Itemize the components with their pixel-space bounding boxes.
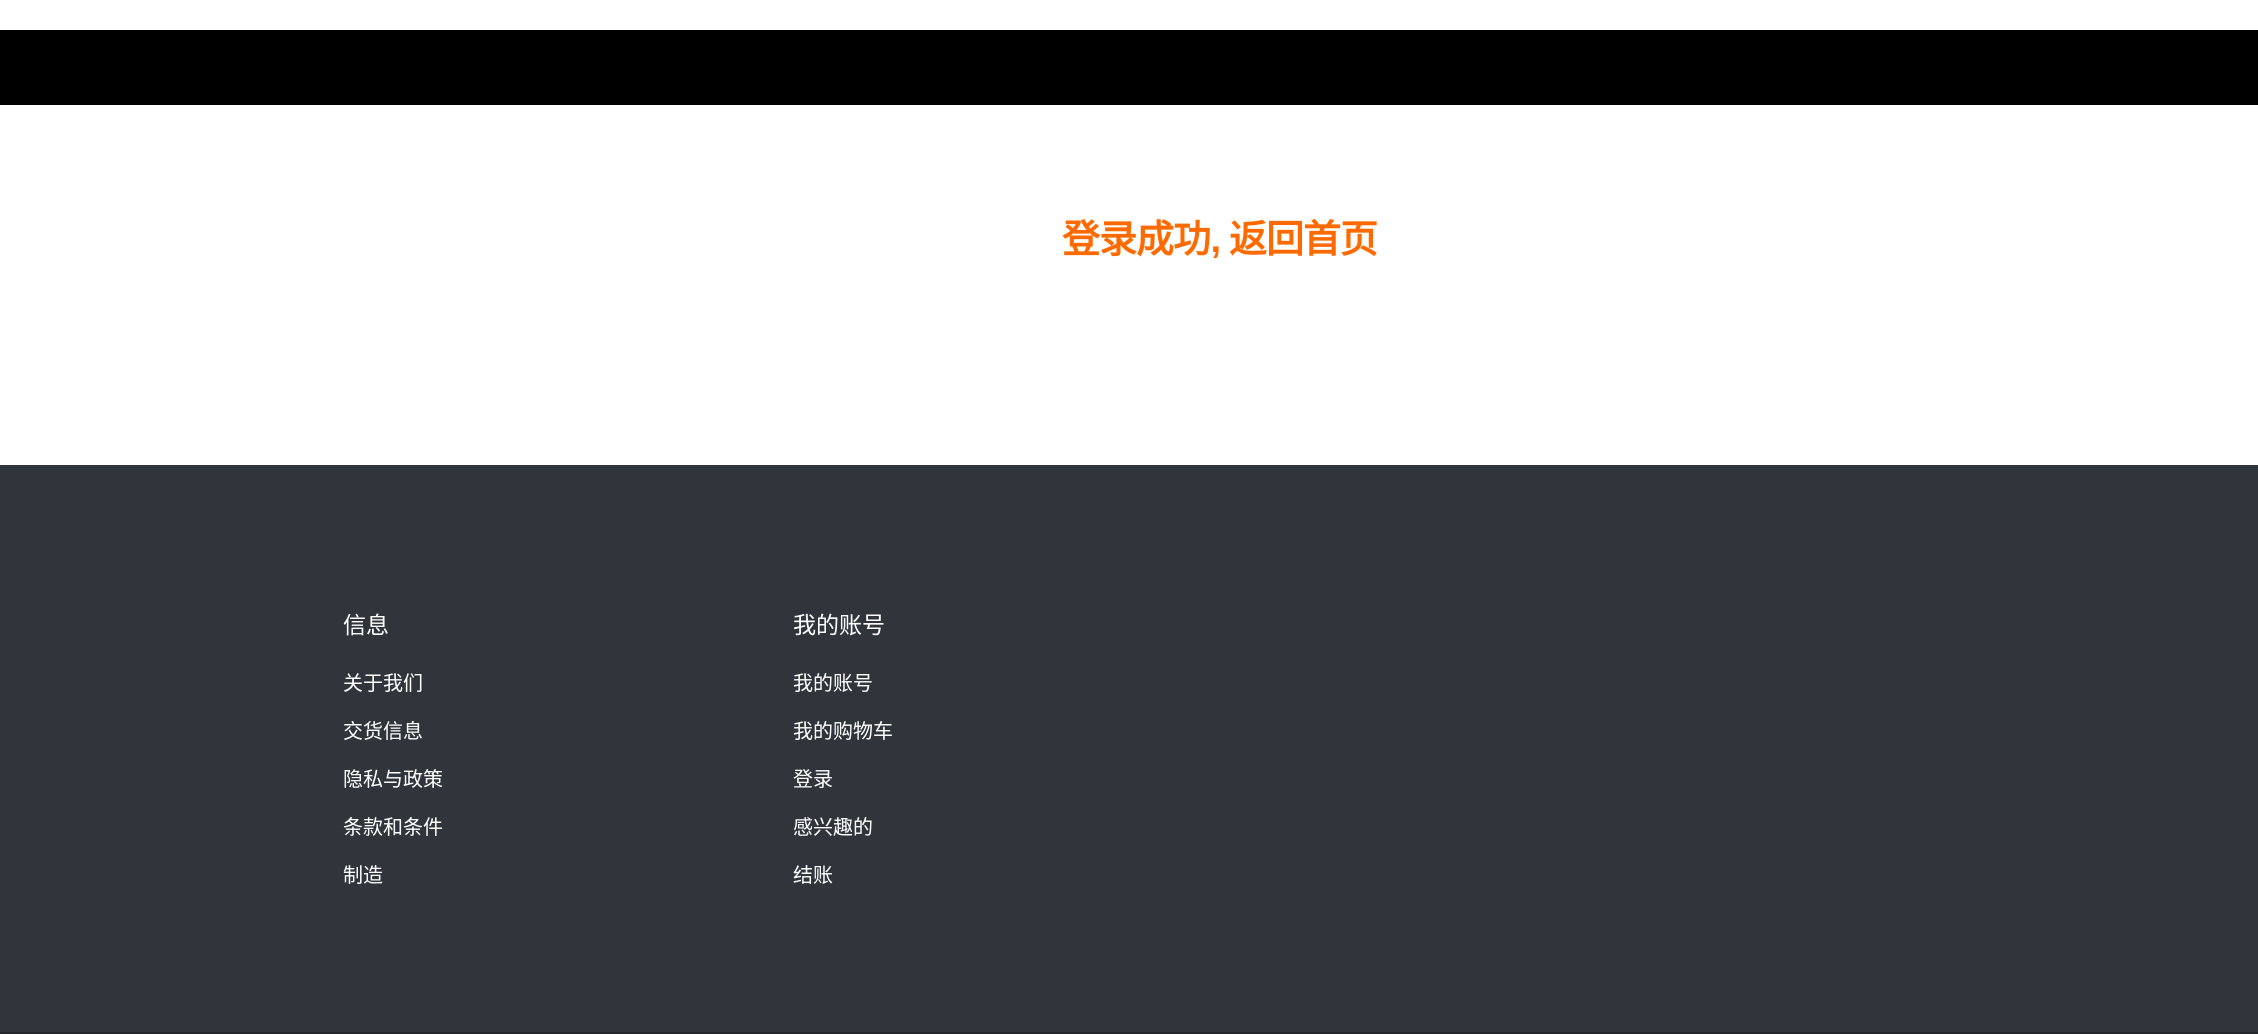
list-item: 关于我们 [343, 668, 443, 716]
footer-link-terms-conditions[interactable]: 条款和条件 [343, 815, 443, 839]
list-item: 我的账号 [793, 668, 893, 716]
footer-heading-my-account: 我的账号 [793, 613, 885, 639]
footer-link-privacy-policy[interactable]: 隐私与政策 [343, 767, 443, 791]
footer-link-my-account[interactable]: 我的账号 [793, 671, 873, 695]
footer-link-my-cart[interactable]: 我的购物车 [793, 719, 893, 743]
footer-link-list: 关于我们 交货信息 隐私与政策 条款和条件 制造 [343, 668, 443, 908]
footer: 信息 关于我们 交货信息 隐私与政策 条款和条件 制造 我的账号 我的账号 我的… [0, 465, 2258, 1034]
footer-link-login[interactable]: 登录 [793, 767, 833, 791]
list-item: 隐私与政策 [343, 764, 443, 812]
list-item: 登录 [793, 764, 893, 812]
list-item: 制造 [343, 860, 443, 908]
list-item: 条款和条件 [343, 812, 443, 860]
footer-link-wishlist[interactable]: 感兴趣的 [793, 815, 873, 839]
footer-link-delivery-info[interactable]: 交货信息 [343, 719, 423, 743]
footer-link-list: 我的账号 我的购物车 登录 感兴趣的 结账 [793, 668, 893, 908]
list-item: 结账 [793, 860, 893, 908]
footer-link-manufacturers[interactable]: 制造 [343, 863, 383, 887]
footer-heading-info: 信息 [343, 613, 389, 639]
return-home-link[interactable]: 登录成功, 返回首页 [0, 208, 2258, 263]
list-item: 我的购物车 [793, 716, 893, 764]
footer-column-info: 信息 关于我们 交货信息 隐私与政策 条款和条件 制造 [343, 611, 443, 908]
footer-link-about-us[interactable]: 关于我们 [343, 671, 423, 695]
footer-column-my-account: 我的账号 我的账号 我的购物车 登录 感兴趣的 结账 [793, 611, 893, 908]
list-item: 感兴趣的 [793, 812, 893, 860]
list-item: 交货信息 [343, 716, 443, 764]
top-header-bar [0, 30, 2258, 105]
main-content: 登录成功, 返回首页 [0, 105, 2258, 465]
page: 登录成功, 返回首页 信息 关于我们 交货信息 隐私与政策 条款和条件 制造 我… [0, 0, 2258, 1034]
footer-link-checkout[interactable]: 结账 [793, 863, 833, 887]
